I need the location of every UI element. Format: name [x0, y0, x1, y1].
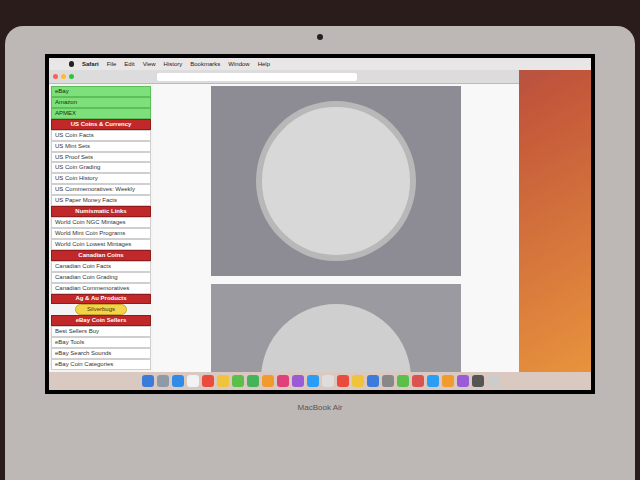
- sidebar-item[interactable]: Canadian Commemoratives: [51, 283, 151, 294]
- app-icon[interactable]: [397, 375, 409, 387]
- zoom-icon[interactable]: [69, 74, 74, 79]
- menu-item[interactable]: View: [143, 60, 156, 69]
- desktop: eBayAmazonAPMEXUS Coins & CurrencyUS Coi…: [49, 70, 591, 372]
- sidebar-item[interactable]: US Commemoratives: Weekly: [51, 184, 151, 195]
- dock: [49, 372, 591, 390]
- sidebar-item[interactable]: eBay Coin Sellers: [51, 315, 151, 326]
- menu-bar: Safari File Edit View History Bookmarks Window…: [49, 58, 591, 70]
- photo: Safari File Edit View History Bookmarks Window…: [0, 0, 640, 480]
- sidebar-item[interactable]: Amazon: [51, 97, 151, 108]
- menu-item[interactable]: Bookmarks: [190, 60, 220, 69]
- sidebar-item[interactable]: Canadian Coin Facts: [51, 261, 151, 272]
- app-icon[interactable]: [457, 375, 469, 387]
- app-icon[interactable]: [232, 375, 244, 387]
- app-icon[interactable]: [187, 375, 199, 387]
- sidebar-item[interactable]: World Mint Coin Programs: [51, 228, 151, 239]
- sidebar-item[interactable]: US Coin History: [51, 173, 151, 184]
- sidebar-item[interactable]: US Coins & Currency: [51, 119, 151, 130]
- screen: Safari File Edit View History Bookmarks Window…: [45, 54, 595, 394]
- app-icon[interactable]: [367, 375, 379, 387]
- coin-photo: [211, 284, 461, 372]
- coin-photo: [211, 86, 461, 276]
- apple-icon[interactable]: [69, 61, 74, 67]
- app-icon[interactable]: [157, 375, 169, 387]
- laptop-lid: Safari File Edit View History Bookmarks Window…: [5, 26, 635, 480]
- app-icon[interactable]: [262, 375, 274, 387]
- minimize-icon[interactable]: [61, 74, 66, 79]
- close-icon[interactable]: [53, 74, 58, 79]
- sidebar-item[interactable]: US Mint Sets: [51, 141, 151, 152]
- app-icon[interactable]: [382, 375, 394, 387]
- sidebar-item[interactable]: Canadian Coins: [51, 250, 151, 261]
- app-icon[interactable]: [277, 375, 289, 387]
- menu-item[interactable]: File: [107, 60, 117, 69]
- page: eBayAmazonAPMEXUS Coins & CurrencyUS Coi…: [49, 84, 519, 372]
- menu-item[interactable]: Window: [228, 60, 249, 69]
- app-icon[interactable]: [217, 375, 229, 387]
- menu-item[interactable]: Safari: [82, 60, 99, 69]
- safari-window: eBayAmazonAPMEXUS Coins & CurrencyUS Coi…: [49, 70, 519, 372]
- sidebar-item[interactable]: Ag & Au Products: [51, 294, 151, 305]
- app-icon[interactable]: [472, 375, 484, 387]
- content: [153, 84, 519, 372]
- coin: [261, 304, 411, 372]
- sidebar-item[interactable]: eBay: [51, 86, 151, 97]
- app-icon[interactable]: [247, 375, 259, 387]
- app-icon[interactable]: [202, 375, 214, 387]
- menu-item[interactable]: History: [164, 60, 183, 69]
- bezel-label: MacBook Air: [298, 402, 343, 414]
- menu-item[interactable]: Help: [258, 60, 270, 69]
- sidebar-item[interactable]: Numismatic Links: [51, 206, 151, 217]
- sidebar-item[interactable]: APMEX: [51, 108, 151, 119]
- app-icon[interactable]: [337, 375, 349, 387]
- app-icon[interactable]: [352, 375, 364, 387]
- wallpaper: [519, 70, 591, 372]
- app-icon[interactable]: [442, 375, 454, 387]
- coin: [256, 101, 416, 261]
- sidebar-item[interactable]: Silverbugs: [75, 304, 127, 315]
- sidebar-item[interactable]: Canadian Coin Grading: [51, 272, 151, 283]
- sidebar-item[interactable]: eBay Search Sounds: [51, 348, 151, 359]
- menu-item[interactable]: Edit: [124, 60, 134, 69]
- app-icon[interactable]: [412, 375, 424, 387]
- sidebar-item[interactable]: US Coin Facts: [51, 130, 151, 141]
- address-bar[interactable]: [157, 73, 357, 81]
- sidebar-item[interactable]: eBay Tools: [51, 337, 151, 348]
- app-icon[interactable]: [292, 375, 304, 387]
- sidebar-item[interactable]: eBay Coin Categories: [51, 359, 151, 370]
- sidebar-item[interactable]: World Coin Lowest Mintages: [51, 239, 151, 250]
- app-icon[interactable]: [487, 375, 499, 387]
- sidebar-item[interactable]: US Coin Grading: [51, 162, 151, 173]
- app-icon[interactable]: [322, 375, 334, 387]
- toolbar: [49, 70, 519, 84]
- app-icon[interactable]: [307, 375, 319, 387]
- sidebar-item[interactable]: Best Sellers Buy: [51, 326, 151, 337]
- sidebar-item[interactable]: US Paper Money Facts: [51, 195, 151, 206]
- sidebar-item[interactable]: World Coin NGC Mintages: [51, 217, 151, 228]
- sidebar: eBayAmazonAPMEXUS Coins & CurrencyUS Coi…: [49, 84, 153, 372]
- app-icon[interactable]: [172, 375, 184, 387]
- app-icon[interactable]: [142, 375, 154, 387]
- sidebar-item[interactable]: US Proof Sets: [51, 152, 151, 163]
- app-icon[interactable]: [427, 375, 439, 387]
- camera-icon: [317, 34, 323, 40]
